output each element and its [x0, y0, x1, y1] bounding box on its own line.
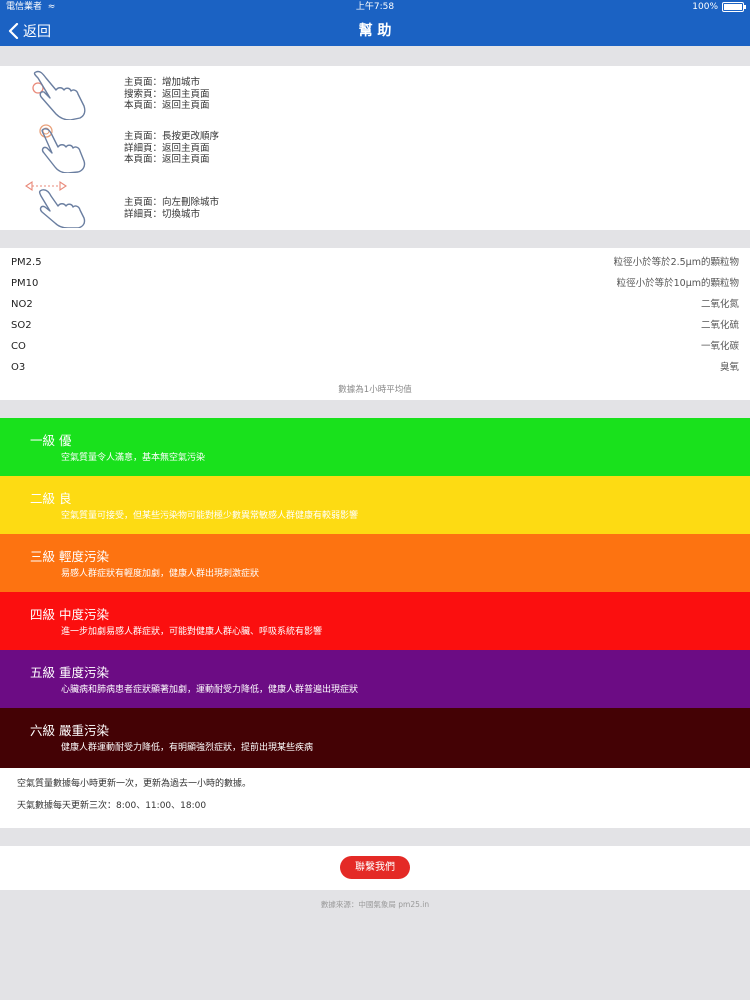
data-source-text: 數據來源：中國氣象局 pm25.in [320, 900, 430, 909]
tap-gesture-icon [32, 70, 86, 120]
pollutant-section: PM2.5 粒徑小於等於2.5μm的顆粒物 PM10 粒徑小於等於10μm的顆粒… [0, 248, 750, 400]
pollutant-note: 數據為1小時平均值 [338, 385, 412, 395]
level-desc: 心臟病和肺病患者症狀顯著加劇，運動耐受力降低，健康人群普遍出現症狀 [61, 685, 359, 695]
contact-us-button[interactable]: 聯繫我們 [340, 856, 410, 879]
gesture-line: 主頁面：增加城市 [124, 77, 201, 88]
pollutant-row: PM10 粒徑小於等於10μm的顆粒物 [0, 273, 750, 294]
gesture-help-section: 主頁面：增加城市 搜索頁：返回主頁面 本頁面：返回主頁面 主頁面：長按更改順序 … [0, 66, 750, 230]
level-title: 一級 優 [30, 433, 72, 448]
gesture-line: 本頁面：返回主頁面 [124, 154, 210, 165]
clock: 上午7:58 [355, 2, 395, 12]
aqi-level-1: 一級 優 空氣質量令人滿意，基本無空氣污染 [0, 418, 750, 476]
level-desc: 健康人群運動耐受力降低，有明顯強烈症狀，提前出現某些疾病 [61, 743, 314, 753]
gesture-line: 搜索頁：返回主頁面 [124, 88, 210, 100]
level-title: 五級 重度污染 [30, 665, 109, 680]
pollutant-name: O3 [11, 362, 26, 373]
pollutant-desc: 二氧化硫 [700, 320, 739, 331]
status-right: 100% [692, 0, 746, 14]
pollutant-name: PM10 [11, 278, 39, 289]
pollutant-name: SO2 [11, 320, 32, 331]
gesture-text: 主頁面：向左刪除城市 詳細頁：切換城市 [124, 197, 219, 220]
page-title: 幫 助 [358, 23, 392, 39]
level-title: 三級 輕度污染 [30, 549, 109, 564]
gesture-text: 主頁面：長按更改順序 詳細頁：返回主頁面 本頁面：返回主頁面 [124, 131, 219, 166]
pollutant-row: O3 臭氧 [0, 357, 750, 378]
weather-update-text: 天氣數據每天更新三次：8:00、11:00、18:00 [17, 801, 207, 811]
gesture-line: 主頁面：向左刪除城市 [124, 197, 220, 208]
level-desc: 易感人群症狀有輕度加劇，健康人群出現刺激症狀 [61, 569, 260, 579]
status-bar: 電信業者 ≈ 上午7:58 100% [0, 0, 750, 14]
aqi-level-4: 四級 中度污染 進一步加劇易感人群症狀，可能對健康人群心臟、呼吸系統有影響 [0, 592, 750, 650]
gesture-row: 主頁面：長按更改順序 詳細頁：返回主頁面 本頁面：返回主頁面 [0, 121, 750, 173]
aqi-level-6: 六級 嚴重污染 健康人群運動耐受力降低，有明顯強烈症狀，提前出現某些疾病 [0, 708, 750, 768]
aqi-level-3: 三級 輕度污染 易感人群症狀有輕度加劇，健康人群出現刺激症狀 [0, 534, 750, 592]
swipe-gesture-icon [25, 180, 86, 228]
update-info-section: 空氣質量數據每小時更新一次，更新為過去一小時的數據。 天氣數據每天更新三次：8:… [0, 768, 750, 828]
pollutant-name: NO2 [11, 299, 33, 310]
pollutant-desc: 粒徑小於等於10μm的顆粒物 [616, 278, 739, 289]
pollutant-desc: 臭氧 [719, 362, 739, 373]
level-title: 二級 良 [30, 491, 72, 506]
header: 電信業者 ≈ 上午7:58 100% 返回 幫 助 [0, 0, 750, 46]
gesture-text: 主頁面：增加城市 搜索頁：返回主頁面 本頁面：返回主頁面 [124, 77, 210, 112]
gesture-row: 主頁面：向左刪除城市 詳細頁：切換城市 [0, 176, 750, 228]
pollutant-desc: 粒徑小於等於2.5μm的顆粒物 [613, 257, 739, 268]
gesture-line: 詳細頁：返回主頁面 [124, 142, 210, 154]
pollutant-row: NO2 二氧化氮 [0, 294, 750, 315]
pollutant-name: CO [11, 341, 26, 352]
pollutant-desc: 二氧化氮 [700, 299, 739, 310]
pollutant-name: PM2.5 [11, 257, 42, 268]
gesture-line: 主頁面：長按更改順序 [124, 131, 220, 142]
level-title: 四級 中度污染 [30, 607, 109, 622]
battery-percent: 100% [692, 2, 718, 12]
level-desc: 進一步加劇易感人群症狀，可能對健康人群心臟、呼吸系統有影響 [61, 627, 323, 637]
pollutant-row: CO 一氧化碳 [0, 336, 750, 357]
level-desc: 空氣質量可接受，但某些污染物可能對極少數異常敏感人群健康有較弱影響 [61, 511, 359, 521]
gesture-line: 本頁面：返回主頁面 [124, 100, 210, 111]
level-desc: 空氣質量令人滿意，基本無空氣污染 [61, 453, 206, 463]
pollutant-row: SO2 二氧化硫 [0, 315, 750, 336]
aqi-level-2: 二級 良 空氣質量可接受，但某些污染物可能對極少數異常敏感人群健康有較弱影響 [0, 476, 750, 534]
long-press-gesture-icon [39, 124, 86, 173]
pollutant-row: PM2.5 粒徑小於等於2.5μm的顆粒物 [0, 252, 750, 273]
gesture-row: 主頁面：增加城市 搜索頁：返回主頁面 本頁面：返回主頁面 [0, 68, 750, 120]
pollutant-desc: 一氧化碳 [700, 341, 739, 352]
aqi-level-5: 五級 重度污染 心臟病和肺病患者症狀顯著加劇，運動耐受力降低，健康人群普遍出現症… [0, 650, 750, 708]
gesture-line: 詳細頁：切換城市 [124, 208, 201, 220]
battery-icon [722, 2, 746, 12]
air-update-text: 空氣質量數據每小時更新一次，更新為過去一小時的數據。 [17, 779, 252, 789]
level-title: 六級 嚴重污染 [30, 723, 109, 738]
